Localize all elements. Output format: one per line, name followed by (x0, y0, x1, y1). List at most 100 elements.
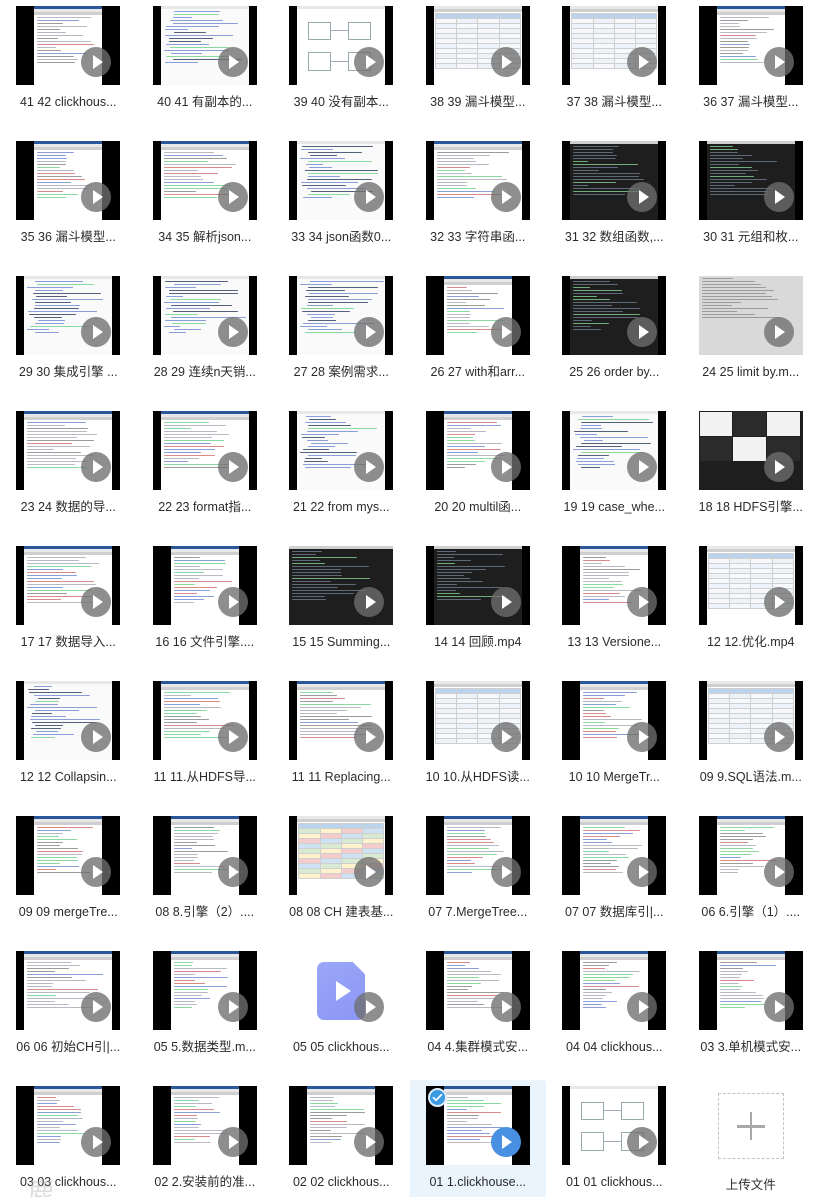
file-tile[interactable]: 01 01 clickhous... (546, 1080, 683, 1197)
file-thumbnail[interactable] (16, 411, 121, 490)
file-tile[interactable]: 18 18 HDFS引擎... (683, 405, 819, 540)
play-icon[interactable] (490, 857, 521, 887)
file-thumbnail[interactable] (425, 411, 530, 490)
file-thumbnail[interactable] (152, 681, 257, 760)
file-tile[interactable]: 12 12 Collapsin... (0, 675, 137, 810)
file-tile[interactable]: 31 32 数组函数,... (546, 135, 683, 270)
play-icon[interactable] (763, 992, 794, 1022)
file-tile[interactable]: 13 13 Versione... (546, 540, 683, 675)
file-tile[interactable]: 10 10 MergeTr... (546, 675, 683, 810)
file-tile[interactable]: 30 31 元组和枚... (683, 135, 819, 270)
file-thumbnail[interactable] (289, 1086, 394, 1165)
file-tile[interactable]: 04 04 clickhous... (546, 945, 683, 1080)
file-tile[interactable]: 11 11.从HDFS导... (137, 675, 274, 810)
file-tile[interactable]: 27 28 案例需求... (273, 270, 410, 405)
play-icon[interactable] (217, 1127, 248, 1157)
play-icon[interactable] (763, 722, 794, 752)
file-thumbnail[interactable] (289, 816, 394, 895)
play-icon[interactable] (490, 1127, 521, 1157)
file-tile[interactable]: 16 16 文件引擎.... (137, 540, 274, 675)
file-thumbnail[interactable] (698, 276, 803, 355)
file-tile[interactable]: 38 39 漏斗模型... (410, 0, 547, 135)
file-tile[interactable]: 34 35 解析json... (137, 135, 274, 270)
file-thumbnail[interactable] (289, 6, 394, 85)
file-thumbnail[interactable] (16, 681, 121, 760)
file-thumbnail[interactable] (562, 951, 667, 1030)
file-tile[interactable]: 06 06 初始CH引|... (0, 945, 137, 1080)
file-thumbnail[interactable] (289, 681, 394, 760)
file-tile[interactable]: 08 08 CH 建表基... (273, 810, 410, 945)
upload-dropzone[interactable] (717, 1093, 784, 1159)
file-tile[interactable]: 20 20 multil函... (410, 405, 547, 540)
play-icon[interactable] (217, 587, 248, 617)
file-tile[interactable]: 24 25 limit by.m... (683, 270, 819, 405)
file-thumbnail[interactable] (562, 546, 667, 625)
play-icon[interactable] (354, 1127, 385, 1157)
file-tile[interactable]: 08 8.引擎（2）.... (137, 810, 274, 945)
file-tile[interactable]: 29 30 集成引擎 ... (0, 270, 137, 405)
play-icon[interactable] (81, 47, 112, 77)
file-thumbnail[interactable] (698, 141, 803, 220)
play-icon[interactable] (217, 722, 248, 752)
file-thumbnail[interactable] (425, 816, 530, 895)
file-tile[interactable]: 09 9.SQL语法.m... (683, 675, 819, 810)
play-icon[interactable] (627, 722, 658, 752)
file-thumbnail[interactable] (152, 141, 257, 220)
file-tile[interactable]: 10 10.从HDFS读... (410, 675, 547, 810)
play-icon[interactable] (217, 992, 248, 1022)
file-tile[interactable]: 02 2.安装前的准... (137, 1080, 274, 1197)
file-thumbnail[interactable] (16, 6, 121, 85)
file-tile[interactable]: 41 42 clickhous... (0, 0, 137, 135)
file-thumbnail[interactable] (289, 141, 394, 220)
file-thumbnail[interactable] (289, 276, 394, 355)
file-tile[interactable]: 09 09 mergeTre... (0, 810, 137, 945)
file-thumbnail[interactable] (152, 6, 257, 85)
file-thumbnail[interactable] (562, 411, 667, 490)
file-tile[interactable]: 19 19 case_whe... (546, 405, 683, 540)
play-icon[interactable] (763, 857, 794, 887)
file-thumbnail[interactable] (425, 951, 530, 1030)
file-tile[interactable]: 01 1.clickhouse... (409, 1080, 546, 1197)
file-tile[interactable]: 40 41 有副本的... (137, 0, 274, 135)
file-tile[interactable]: 02 02 clickhous... (273, 1080, 410, 1197)
play-icon[interactable] (81, 1127, 112, 1157)
file-tile[interactable]: 32 33 字符串函... (410, 135, 547, 270)
file-thumbnail[interactable] (425, 141, 530, 220)
play-icon[interactable] (490, 47, 521, 77)
file-thumbnail[interactable] (698, 411, 803, 490)
file-thumbnail[interactable] (425, 276, 530, 355)
play-icon[interactable] (627, 857, 658, 887)
file-thumbnail[interactable] (425, 1086, 530, 1165)
file-tile[interactable]: 17 17 数据导入... (0, 540, 137, 675)
file-tile[interactable]: 21 22 from mys... (273, 405, 410, 540)
play-icon[interactable] (217, 857, 248, 887)
file-thumbnail[interactable] (425, 681, 530, 760)
file-thumbnail[interactable] (152, 951, 257, 1030)
file-tile[interactable]: 25 26 order by... (546, 270, 683, 405)
file-tile[interactable]: 23 24 数据的导... (0, 405, 137, 540)
file-tile[interactable]: 14 14 回顾.mp4 (410, 540, 547, 675)
file-thumbnail[interactable] (698, 6, 803, 85)
play-icon[interactable] (490, 317, 521, 347)
play-icon[interactable] (490, 587, 521, 617)
file-tile[interactable]: 26 27 with和arr... (410, 270, 547, 405)
file-thumbnail[interactable] (562, 816, 667, 895)
file-thumbnail[interactable] (16, 816, 121, 895)
file-thumbnail[interactable] (152, 411, 257, 490)
file-tile[interactable]: 37 38 漏斗模型... (546, 0, 683, 135)
file-thumbnail[interactable] (16, 546, 121, 625)
play-icon[interactable] (627, 992, 658, 1022)
play-icon[interactable] (763, 47, 794, 77)
file-thumbnail[interactable] (698, 546, 803, 625)
play-icon[interactable] (490, 992, 521, 1022)
file-thumbnail[interactable] (289, 951, 394, 1030)
file-tile[interactable]: 39 40 没有副本... (273, 0, 410, 135)
file-tile[interactable]: 05 5.数据类型.m... (137, 945, 274, 1080)
play-icon[interactable] (490, 722, 521, 752)
file-tile[interactable]: 03 3.单机模式安... (683, 945, 819, 1080)
file-tile[interactable]: 07 07 数据库引|... (546, 810, 683, 945)
file-thumbnail[interactable] (16, 951, 121, 1030)
file-thumbnail[interactable] (562, 1086, 667, 1165)
file-thumbnail[interactable] (152, 1086, 257, 1165)
file-thumbnail[interactable] (425, 546, 530, 625)
